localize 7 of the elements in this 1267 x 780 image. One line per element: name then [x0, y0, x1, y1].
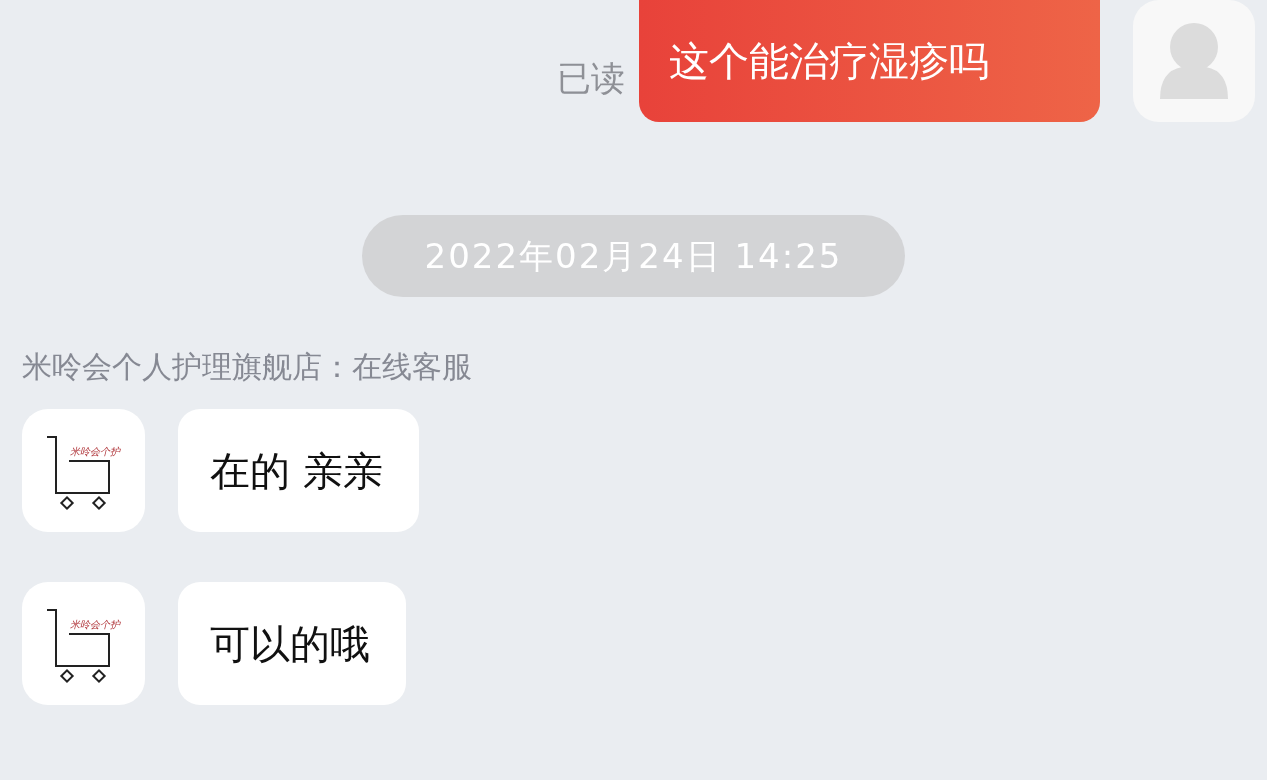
sender-label: 米呤会个人护理旗舰店：在线客服 — [22, 348, 473, 386]
message-bubble: 可以的哦 — [178, 582, 406, 705]
logo-text: 米呤会个护 — [70, 620, 120, 630]
logo-text: 米呤会个护 — [70, 447, 120, 457]
read-status: 已读 — [557, 57, 625, 100]
message-bubble: 在的 亲亲 — [178, 409, 419, 532]
message-bubble: 这个能治疗湿疹吗 — [639, 0, 1100, 122]
